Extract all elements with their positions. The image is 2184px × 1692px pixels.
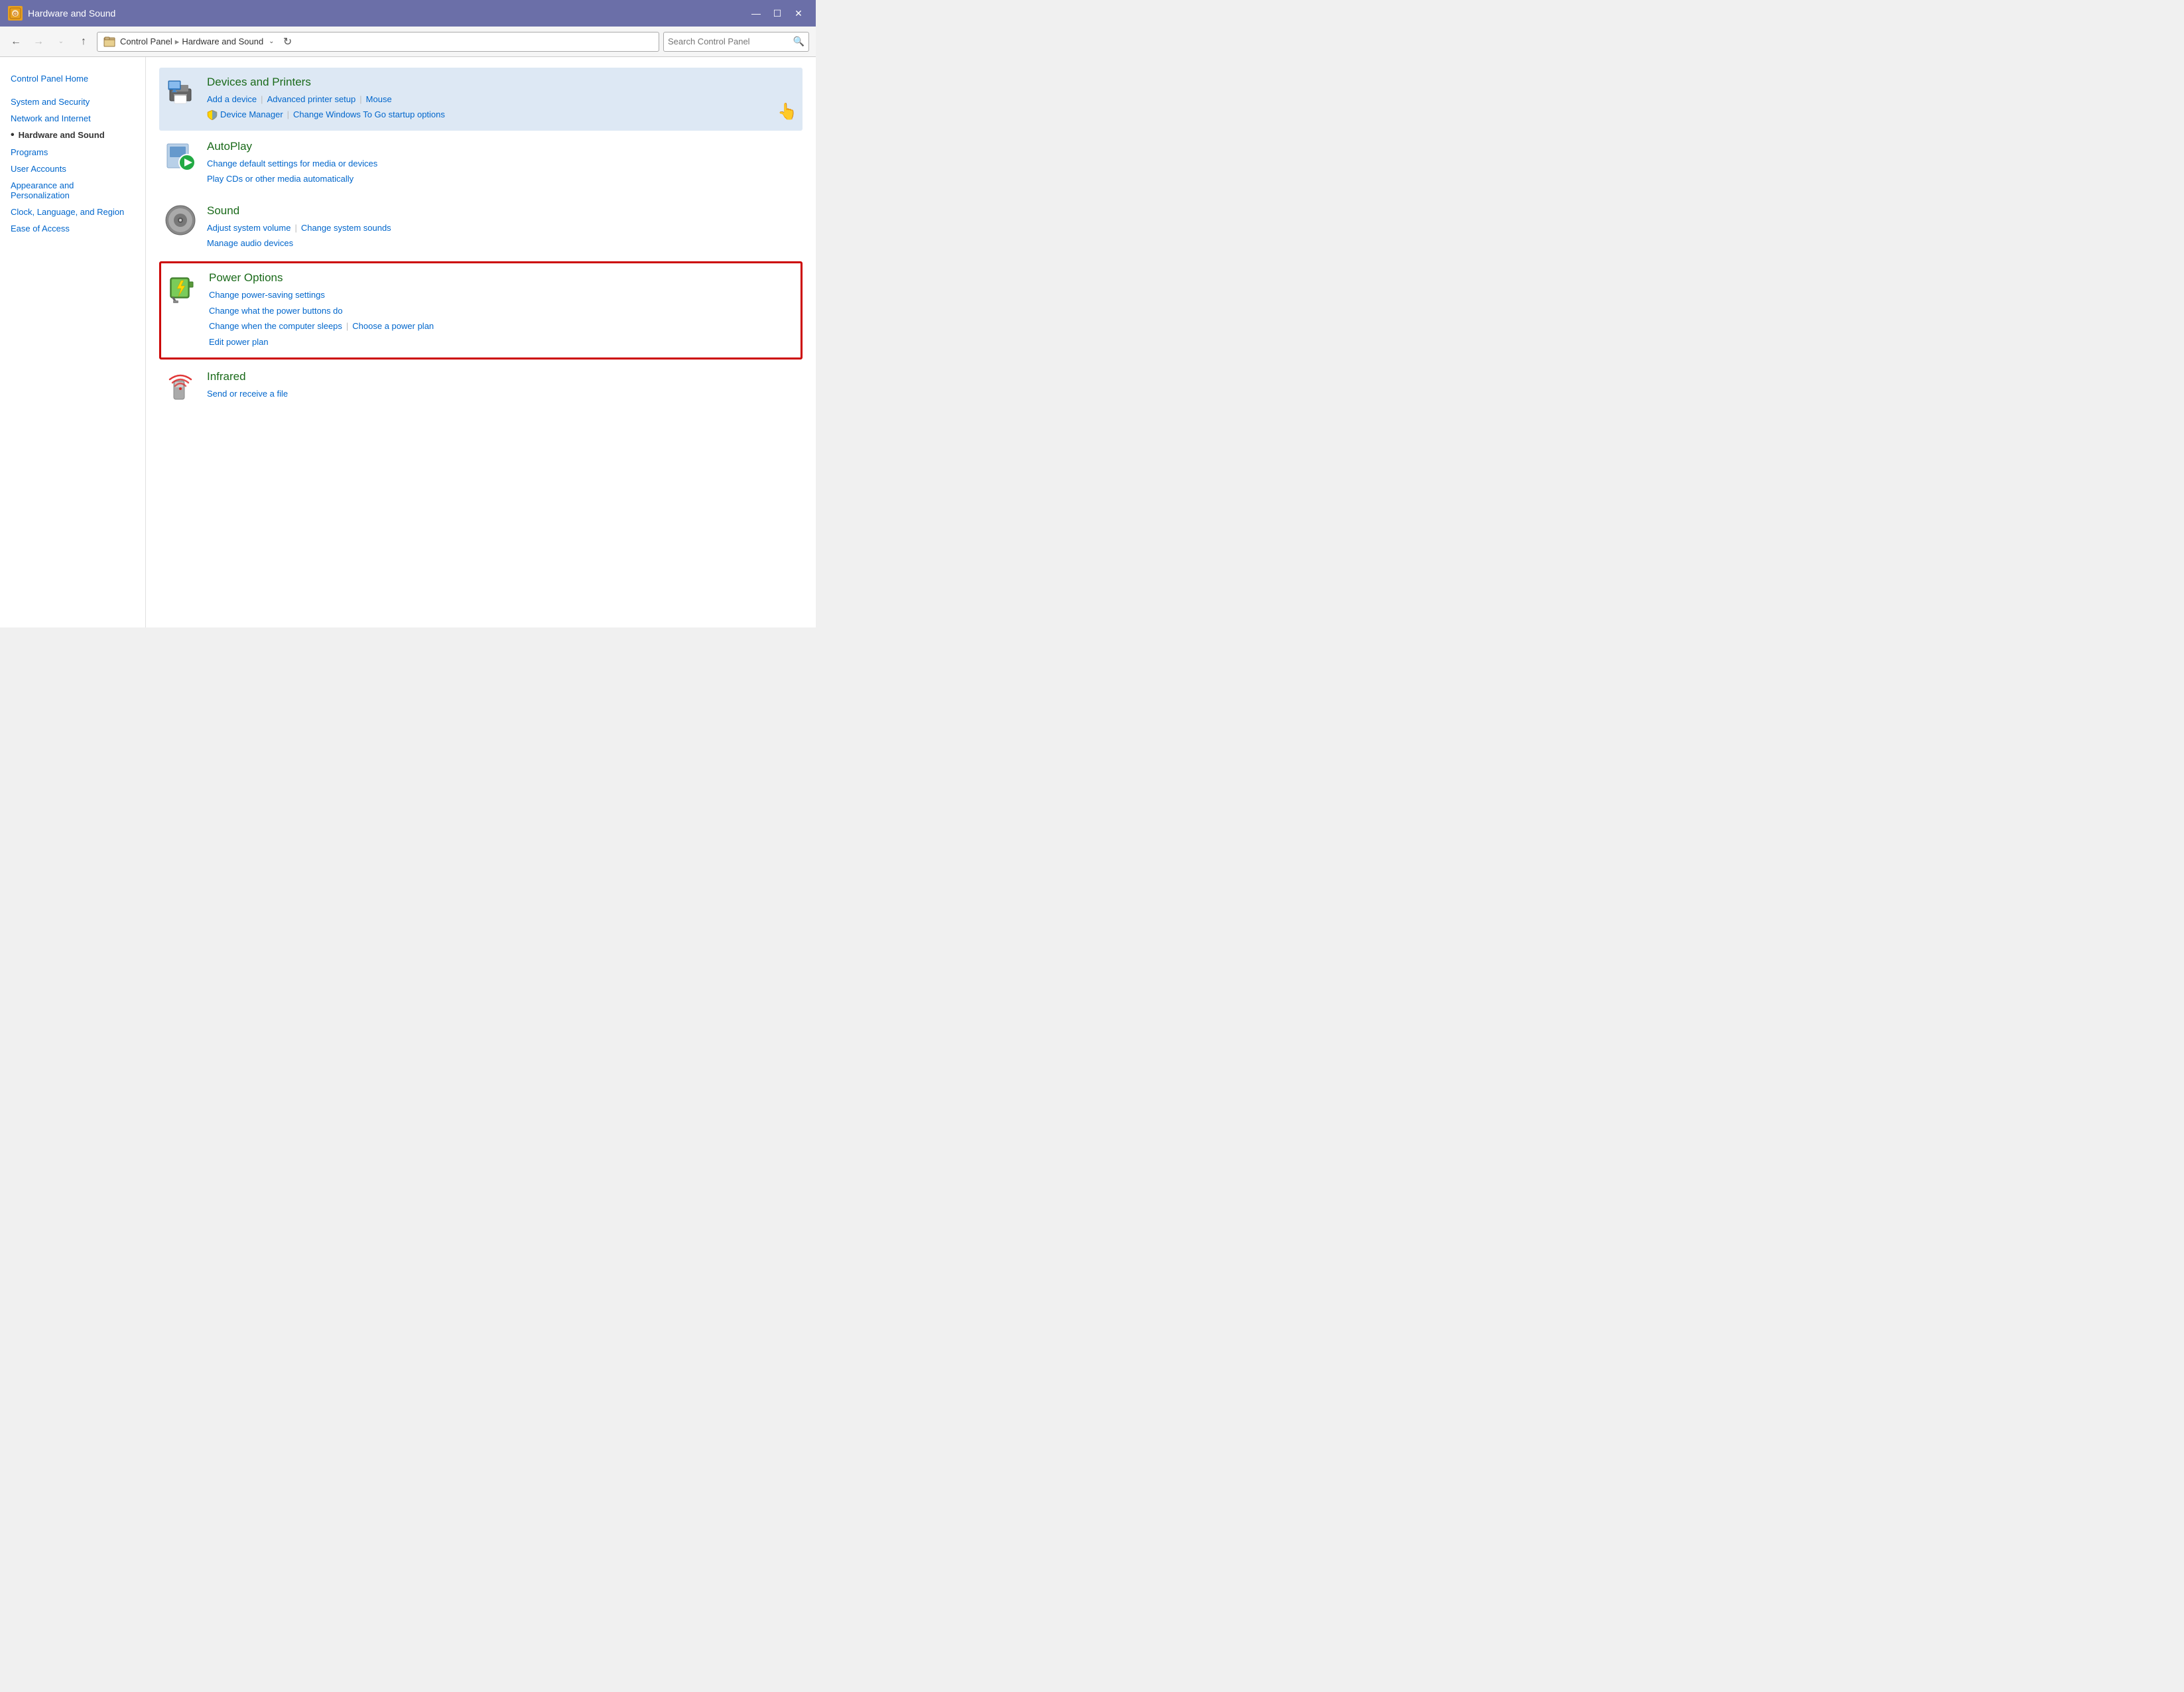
power-links-row1: Change power-saving settings <box>209 287 795 302</box>
address-bar: ← → ⌄ ↑ Control Panel ▸ Hardware and Sou… <box>0 27 816 57</box>
edit-power-plan-link[interactable]: Edit power plan <box>209 334 269 350</box>
section-devices-and-printers[interactable]: Devices and Printers Add a device | Adva… <box>159 68 803 131</box>
advanced-printer-link[interactable]: Advanced printer setup <box>267 92 356 107</box>
search-box: 🔍 <box>663 32 809 52</box>
sound-links-row1: Adjust system volume | Change system sou… <box>207 220 797 235</box>
back-button[interactable]: ← <box>7 33 25 51</box>
sidebar-item-hardware-and-sound[interactable]: Hardware and Sound <box>11 127 135 144</box>
sidebar-item-user-accounts[interactable]: User Accounts <box>11 161 135 177</box>
sidebar-item-ease-of-access[interactable]: Ease of Access <box>11 220 135 237</box>
minimize-button[interactable]: — <box>747 6 765 21</box>
sound-links-row2: Manage audio devices <box>207 235 797 251</box>
window-title: Hardware and Sound <box>28 8 747 19</box>
power-icon <box>166 271 198 303</box>
devices-icon <box>164 76 196 107</box>
mouse-link[interactable]: Mouse <box>366 92 392 107</box>
section-sound[interactable]: Sound Adjust system volume | Change syst… <box>159 196 803 259</box>
search-input[interactable] <box>668 36 793 46</box>
search-button[interactable]: 🔍 <box>793 36 804 47</box>
change-sounds-link[interactable]: Change system sounds <box>301 220 391 235</box>
add-device-link[interactable]: Add a device <box>207 92 257 107</box>
window-icon: ⚙ <box>8 6 23 21</box>
power-links-row2: Change what the power buttons do <box>209 303 795 318</box>
sidebar-item-appearance[interactable]: Appearance and Personalization <box>11 177 130 204</box>
main-container: Control Panel Home System and Security N… <box>0 57 816 627</box>
power-links-row4: Edit power plan <box>209 334 795 350</box>
adjust-volume-link[interactable]: Adjust system volume <box>207 220 290 235</box>
maximize-button[interactable]: ☐ <box>768 6 787 21</box>
change-sleep-link[interactable]: Change when the computer sleeps <box>209 318 342 334</box>
sidebar-item-system-and-security[interactable]: System and Security <box>11 94 135 110</box>
autoplay-links-row1: Change default settings for media or dev… <box>207 156 797 171</box>
section-autoplay[interactable]: AutoPlay Change default settings for med… <box>159 132 803 195</box>
path-current[interactable]: Hardware and Sound <box>182 36 263 46</box>
infrared-links-row1: Send or receive a file <box>207 386 797 401</box>
dropdown-button[interactable]: ⌄ <box>52 33 70 51</box>
sound-title[interactable]: Sound <box>207 204 797 218</box>
sidebar-item-control-panel-home[interactable]: Control Panel Home <box>11 70 135 87</box>
windows-to-go-link[interactable]: Change Windows To Go startup options <box>293 107 445 122</box>
refresh-button[interactable]: ↻ <box>279 33 297 51</box>
infrared-icon <box>164 370 196 402</box>
manage-audio-link[interactable]: Manage audio devices <box>207 235 293 251</box>
path-sep: ▸ <box>175 36 180 47</box>
autoplay-content: AutoPlay Change default settings for med… <box>207 140 797 187</box>
devices-title[interactable]: Devices and Printers <box>207 76 787 89</box>
autoplay-title[interactable]: AutoPlay <box>207 140 797 153</box>
devices-links-row2: Device Manager | Change Windows To Go st… <box>207 107 787 122</box>
close-button[interactable]: ✕ <box>789 6 808 21</box>
up-button[interactable]: ↑ <box>74 33 93 51</box>
infrared-title[interactable]: Infrared <box>207 370 797 383</box>
section-power-options[interactable]: Power Options Change power-saving settin… <box>159 261 803 359</box>
section-infrared[interactable]: Infrared Send or receive a file <box>159 362 803 410</box>
path-dropdown[interactable]: ⌄ <box>269 38 274 45</box>
sidebar-item-clock[interactable]: Clock, Language, and Region <box>11 204 135 220</box>
infrared-content: Infrared Send or receive a file <box>207 370 797 401</box>
autoplay-icon <box>164 140 196 172</box>
sidebar-item-network-and-internet[interactable]: Network and Internet <box>11 110 135 127</box>
svg-text:⚙: ⚙ <box>13 11 18 17</box>
autoplay-links-row2: Play CDs or other media automatically <box>207 171 797 186</box>
window-controls: — ☐ ✕ <box>747 6 808 21</box>
forward-button[interactable]: → <box>29 33 48 51</box>
device-manager-link[interactable]: Device Manager <box>207 107 283 122</box>
sound-content: Sound Adjust system volume | Change syst… <box>207 204 797 251</box>
devices-links-row1: Add a device | Advanced printer setup | … <box>207 92 787 107</box>
change-power-buttons-link[interactable]: Change what the power buttons do <box>209 303 343 318</box>
sidebar: Control Panel Home System and Security N… <box>0 57 146 627</box>
send-receive-link[interactable]: Send or receive a file <box>207 386 288 401</box>
sidebar-item-programs[interactable]: Programs <box>11 144 135 161</box>
change-default-settings-link[interactable]: Change default settings for media or dev… <box>207 156 377 171</box>
devices-content: Devices and Printers Add a device | Adva… <box>207 76 787 123</box>
choose-power-plan-link[interactable]: Choose a power plan <box>352 318 434 334</box>
power-title[interactable]: Power Options <box>209 271 795 285</box>
power-content: Power Options Change power-saving settin… <box>209 271 795 350</box>
power-links-row3: Change when the computer sleeps | Choose… <box>209 318 795 334</box>
play-cds-link[interactable]: Play CDs or other media automatically <box>207 171 353 186</box>
address-path: Control Panel ▸ Hardware and Sound ⌄ ↻ <box>97 32 659 52</box>
shield-icon <box>207 109 218 120</box>
sound-icon <box>164 204 196 236</box>
title-bar: ⚙ Hardware and Sound — ☐ ✕ <box>0 0 816 27</box>
path-root[interactable]: Control Panel <box>120 36 172 46</box>
change-power-saving-link[interactable]: Change power-saving settings <box>209 287 325 302</box>
content-area: Devices and Printers Add a device | Adva… <box>146 57 816 627</box>
path-icon <box>103 35 116 48</box>
